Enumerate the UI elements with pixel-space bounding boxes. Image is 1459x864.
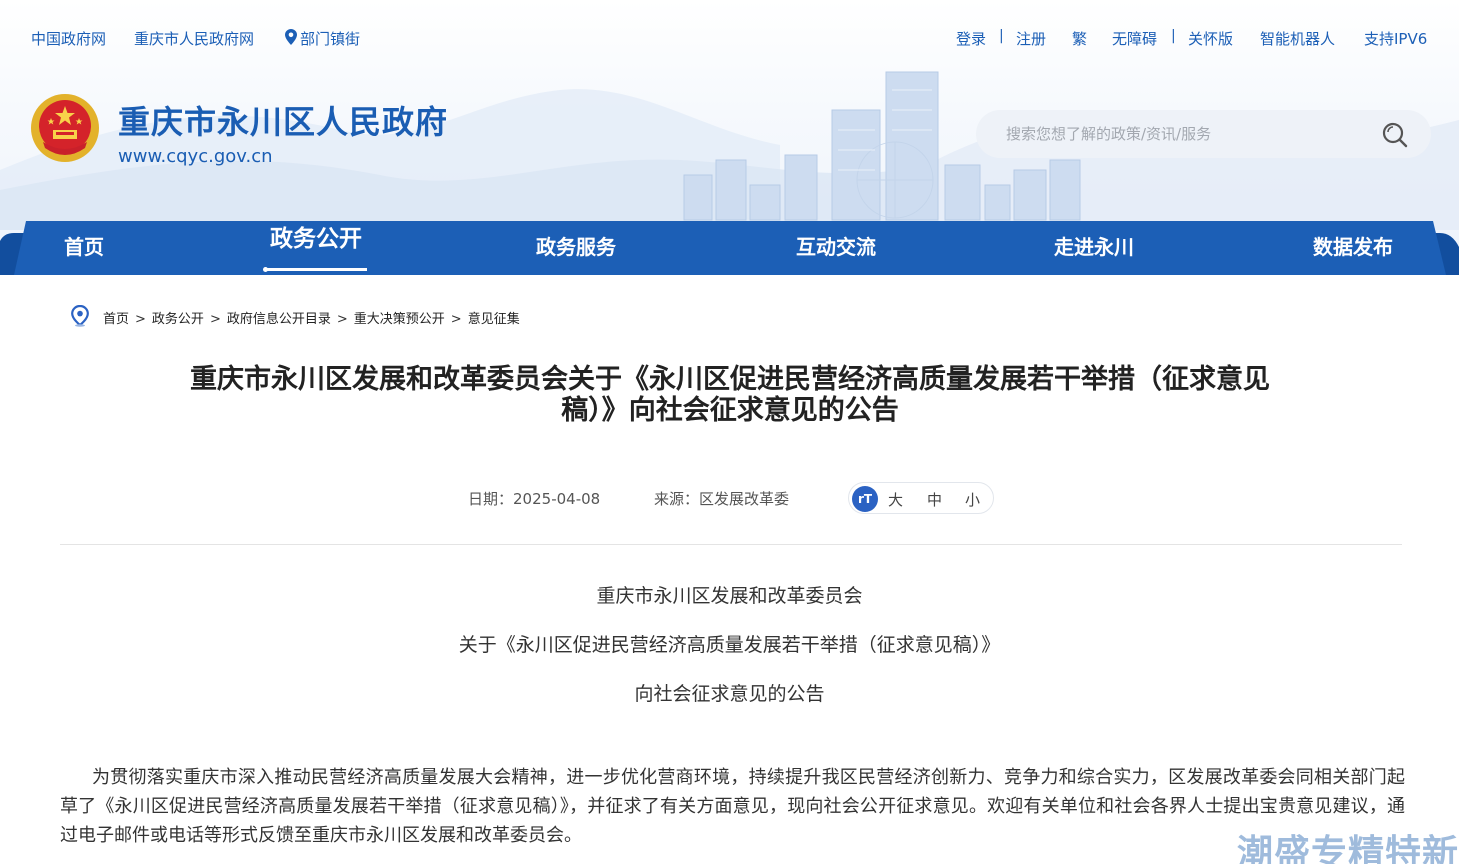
breadcrumb-opinion-collection[interactable]: 意见征集 xyxy=(468,308,520,327)
article-date: 日期：2025-04-08 xyxy=(468,488,600,509)
main-nav: 首页 政务公开 政务服务 互动交流 走进永川 数据发布 xyxy=(0,221,1459,275)
article-paragraph: 为贯彻落实重庆市深入推动民营经济高质量发展大会精神，进一步优化营商环境，持续提升… xyxy=(60,767,1405,846)
breadcrumb-info-directory[interactable]: 政府信息公开目录 xyxy=(227,308,331,327)
nav-government-affairs[interactable]: 政务公开 xyxy=(270,213,362,267)
article-title: 重庆市永川区发展和改革委员会关于《永川区促进民营经济高质量发展若干举措（征求意见… xyxy=(110,364,1350,426)
top-links-bar: 中国政府网 重庆市人民政府网 部门镇街 登录 | 注册 繁 无障碍 | 关怀版 … xyxy=(0,28,1459,50)
divider xyxy=(60,544,1402,545)
breadcrumb-home[interactable]: 首页 xyxy=(103,308,129,327)
watermark: 潮盛专精特新 xyxy=(1236,833,1459,864)
breadcrumb-major-decisions[interactable]: 重大决策预公开 xyxy=(354,308,445,327)
location-icon xyxy=(70,304,90,327)
search-box xyxy=(976,110,1431,158)
link-traditional-chinese[interactable]: 繁 xyxy=(1072,28,1087,49)
site-url: www.cqyc.gov.cn xyxy=(118,146,273,167)
nav-active-indicator xyxy=(264,268,367,271)
separator: | xyxy=(1171,28,1176,44)
link-robot[interactable]: 智能机器人 xyxy=(1260,28,1335,49)
date-label: 日期： xyxy=(468,490,514,508)
heading-line-2: 关于《永川区促进民营经济高质量发展若干举措（征求意见稿）》 xyxy=(458,634,1001,656)
font-size-medium[interactable]: 中 xyxy=(927,489,942,510)
national-emblem-logo xyxy=(29,92,101,164)
date-value: 2025-04-08 xyxy=(513,490,601,508)
site-title[interactable]: 重庆市永川区人民政府 xyxy=(118,97,448,143)
link-chongqing-gov[interactable]: 重庆市人民政府网 xyxy=(134,28,254,49)
nav-active-dot xyxy=(263,267,268,272)
article-source: 来源：区发展改革委 xyxy=(654,488,789,509)
heading-line-1: 重庆市永川区发展和改革委员会 xyxy=(596,585,863,607)
search-icon[interactable] xyxy=(1381,121,1409,149)
nav-services[interactable]: 政务服务 xyxy=(536,221,616,275)
chevron-right-icon: > xyxy=(336,312,348,327)
font-size-small[interactable]: 小 xyxy=(965,489,980,510)
chevron-right-icon: > xyxy=(450,312,462,327)
font-size-icon: rT xyxy=(852,486,878,512)
link-login[interactable]: 登录 xyxy=(956,28,986,49)
heading-line-3: 向社会征求意见的公告 xyxy=(634,683,825,705)
link-ipv6[interactable]: 支持IPV6 xyxy=(1364,28,1427,49)
separator: | xyxy=(999,28,1004,44)
font-size-large[interactable]: 大 xyxy=(888,489,903,510)
nav-about-yongchuan[interactable]: 走进永川 xyxy=(1054,221,1134,275)
link-china-gov[interactable]: 中国政府网 xyxy=(31,28,106,49)
breadcrumb-government-affairs[interactable]: 政务公开 xyxy=(152,308,204,327)
chevron-right-icon: > xyxy=(209,312,221,327)
chevron-right-icon: > xyxy=(135,312,146,327)
link-care-mode[interactable]: 关怀版 xyxy=(1188,28,1233,49)
source-value: 区发展改革委 xyxy=(699,490,790,508)
nav-data-release[interactable]: 数据发布 xyxy=(1313,221,1393,275)
link-register[interactable]: 注册 xyxy=(1016,28,1046,49)
article-title-line-1: 重庆市永川区发展和改革委员会关于《永川区促进民营经济高质量发展若干举措（征求意见 xyxy=(190,364,1270,395)
source-label: 来源： xyxy=(654,490,700,508)
location-pin-icon xyxy=(285,29,297,49)
font-size-control: rT 大 中 小 xyxy=(848,482,994,514)
nav-interaction[interactable]: 互动交流 xyxy=(796,221,876,275)
article-title-line-2: 稿）》向社会征求意见的公告 xyxy=(561,395,899,426)
link-accessibility[interactable]: 无障碍 xyxy=(1112,28,1157,49)
link-departments[interactable]: 部门镇街 xyxy=(300,28,360,49)
nav-home[interactable]: 首页 xyxy=(64,221,104,275)
search-input[interactable] xyxy=(1006,122,1366,146)
